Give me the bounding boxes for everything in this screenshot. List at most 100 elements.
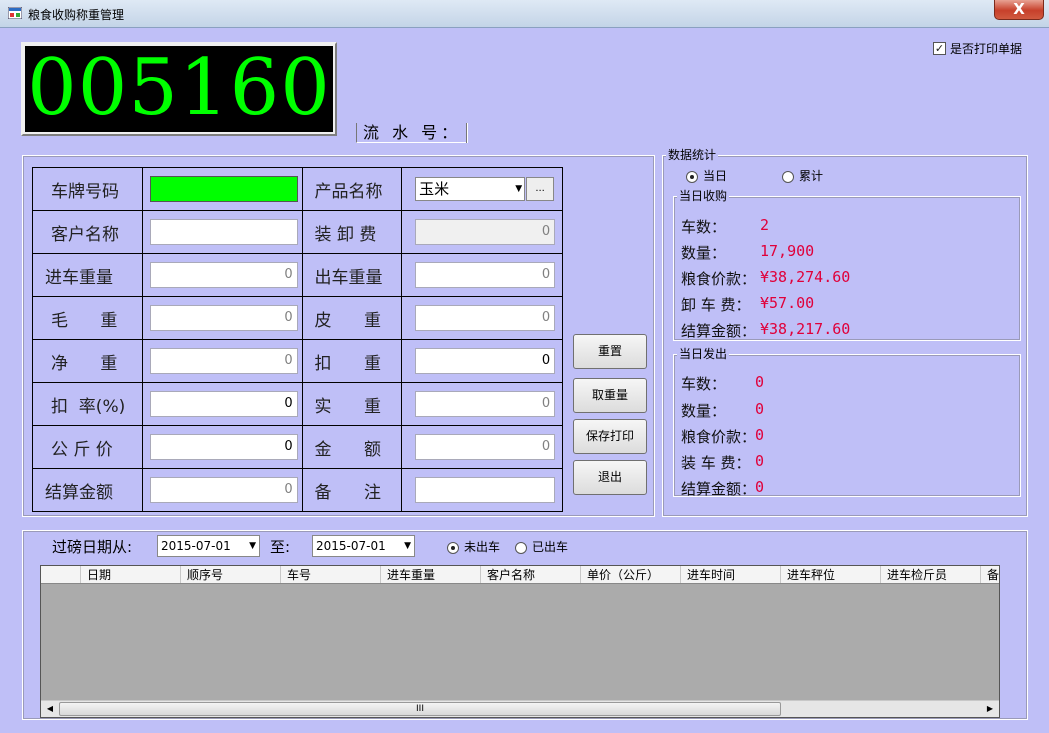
purchase-fee-value: ¥57.00 (760, 294, 815, 312)
scroll-left-icon[interactable]: ◀ (43, 702, 57, 716)
date-to-label: 至: (270, 538, 291, 556)
out-radio[interactable]: 已出车 (515, 538, 568, 555)
product-label: 产品名称 (301, 167, 403, 211)
handling-fee-input[interactable]: 0 (415, 219, 556, 245)
grid-column-header[interactable]: 进车秤位 (781, 566, 881, 583)
gross-label: 毛 重 (32, 296, 143, 340)
amount-input[interactable]: 0 (415, 434, 556, 460)
records-grid[interactable]: 日期 顺序号 车号 进车重量 客户名称 单价（公斤） 进车时间 进车秤位 进车检… (40, 565, 1000, 718)
title-bar: 粮食收购称重管理 X (0, 0, 1049, 28)
net-weight-input[interactable]: 0 (149, 348, 298, 374)
handling-fee-label: 装 卸 费 (301, 210, 403, 254)
today-radio-label: 当日 (703, 169, 728, 183)
window-title: 粮食收购称重管理 (28, 8, 125, 22)
remark-label: 备 注 (301, 468, 403, 512)
grid-column-header[interactable]: 顺序号 (181, 566, 281, 583)
net-label: 净 重 (32, 339, 143, 383)
grid-column-header[interactable]: 备 (981, 566, 999, 583)
grid-column-header[interactable]: 车号 (281, 566, 381, 583)
not-out-radio-indicator (447, 541, 459, 554)
settle-amount-label: 结算金额 (32, 468, 143, 512)
cumulative-radio-label: 累计 (799, 169, 824, 183)
purchase-settle-label: 结算金额： (681, 322, 757, 340)
product-browse-button[interactable]: ... (526, 177, 555, 201)
not-out-radio[interactable]: 未出车 (447, 538, 500, 555)
weight-display: 005160 (25, 46, 333, 132)
out-radio-label: 已出车 (532, 540, 569, 554)
exit-button[interactable]: 退出 (573, 460, 647, 495)
shipment-settle-value: 0 (755, 478, 765, 496)
get-weight-button[interactable]: 取重量 (573, 378, 647, 413)
gross-weight-input[interactable]: 0 (149, 305, 298, 331)
save-print-button[interactable]: 保存打印 (573, 419, 647, 454)
today-purchase-title: 当日收购 (677, 187, 730, 204)
shipment-price-label: 粮食价款： (681, 428, 757, 446)
chevron-down-icon: ▼ (249, 541, 256, 551)
scroll-right-icon[interactable]: ▶ (983, 702, 997, 716)
unit-price-input[interactable]: 0 (149, 434, 298, 460)
shipment-cars-label: 车数： (681, 375, 727, 393)
purchase-cars-value: 2 (760, 216, 770, 234)
serial-number-label: 流 水 号： (356, 123, 468, 143)
date-to-value: 2015-07-01 (316, 539, 386, 553)
scroll-thumb[interactable]: III (59, 702, 781, 716)
print-receipt-checkbox[interactable]: ✓ (933, 42, 946, 55)
purchase-cars-label: 车数： (681, 218, 727, 236)
out-weight-input[interactable]: 0 (415, 262, 556, 288)
purchase-price-label: 粮食价款： (681, 270, 757, 288)
not-out-radio-label: 未出车 (464, 540, 501, 554)
deduct-label: 扣 重 (301, 339, 403, 383)
chevron-down-icon: ▼ (404, 541, 411, 551)
shipment-cars-value: 0 (755, 373, 765, 391)
shipment-settle-label: 结算金额： (681, 480, 757, 498)
shipment-fee-value: 0 (755, 452, 765, 470)
print-receipt-option[interactable]: ✓ 是否打印单据 (933, 40, 1022, 57)
tare-label: 皮 重 (301, 296, 403, 340)
grid-column-header[interactable]: 日期 (81, 566, 181, 583)
date-to-picker[interactable]: 2015-07-01 ▼ (312, 535, 415, 557)
app-icon (8, 7, 22, 19)
reset-button[interactable]: 重置 (573, 334, 647, 369)
purchase-price-value: ¥38,274.60 (760, 268, 851, 286)
customer-name-input[interactable] (149, 219, 298, 245)
product-select[interactable]: 玉米 ▼ (415, 177, 526, 201)
shipment-qty-label: 数量： (681, 402, 727, 420)
row-header-corner (41, 566, 81, 583)
today-shipment-title: 当日发出 (677, 345, 730, 362)
grid-column-header[interactable]: 客户名称 (481, 566, 581, 583)
amount-label: 金 额 (301, 425, 403, 469)
print-receipt-label: 是否打印单据 (950, 42, 1023, 56)
in-weight-label: 进车重量 (32, 253, 143, 297)
shipment-fee-label: 装 车 费： (681, 454, 751, 472)
tare-weight-input[interactable]: 0 (415, 305, 556, 331)
weight-display-frame: 005160 (21, 42, 337, 136)
plate-number-input[interactable] (149, 176, 298, 202)
purchase-qty-label: 数量： (681, 244, 727, 262)
close-button[interactable]: X (994, 0, 1044, 20)
purchase-fee-label: 卸 车 费： (681, 296, 751, 314)
date-from-picker[interactable]: 2015-07-01 ▼ (157, 535, 260, 557)
today-radio[interactable]: 当日 (686, 167, 727, 184)
plate-label: 车牌号码 (32, 167, 143, 211)
out-radio-indicator (515, 541, 527, 554)
grid-column-header[interactable]: 单价（公斤） (581, 566, 681, 583)
purchase-settle-value: ¥38,217.60 (760, 320, 851, 338)
grid-column-header[interactable]: 进车时间 (681, 566, 781, 583)
out-weight-label: 出车重量 (301, 253, 403, 297)
in-weight-input[interactable]: 0 (149, 262, 298, 288)
grid-column-header[interactable]: 进车检斤员 (881, 566, 981, 583)
actual-weight-input[interactable]: 0 (415, 391, 556, 417)
grid-column-header[interactable]: 进车重量 (381, 566, 481, 583)
remark-input[interactable] (415, 477, 556, 503)
cumulative-radio[interactable]: 累计 (782, 167, 823, 184)
today-radio-indicator (686, 170, 698, 183)
deduct-rate-input[interactable]: 0 (149, 391, 298, 417)
horizontal-scrollbar[interactable]: ◀ III ▶ (41, 700, 999, 717)
statistics-title: 数据统计 (666, 146, 719, 163)
settle-amount-input[interactable]: 0 (149, 477, 298, 503)
deduct-weight-input[interactable]: 0 (415, 348, 556, 374)
purchase-qty-value: 17,900 (760, 242, 815, 260)
chevron-down-icon: ▼ (515, 184, 523, 194)
grid-header: 日期 顺序号 车号 进车重量 客户名称 单价（公斤） 进车时间 进车秤位 进车检… (41, 566, 999, 584)
shipment-qty-value: 0 (755, 400, 765, 418)
